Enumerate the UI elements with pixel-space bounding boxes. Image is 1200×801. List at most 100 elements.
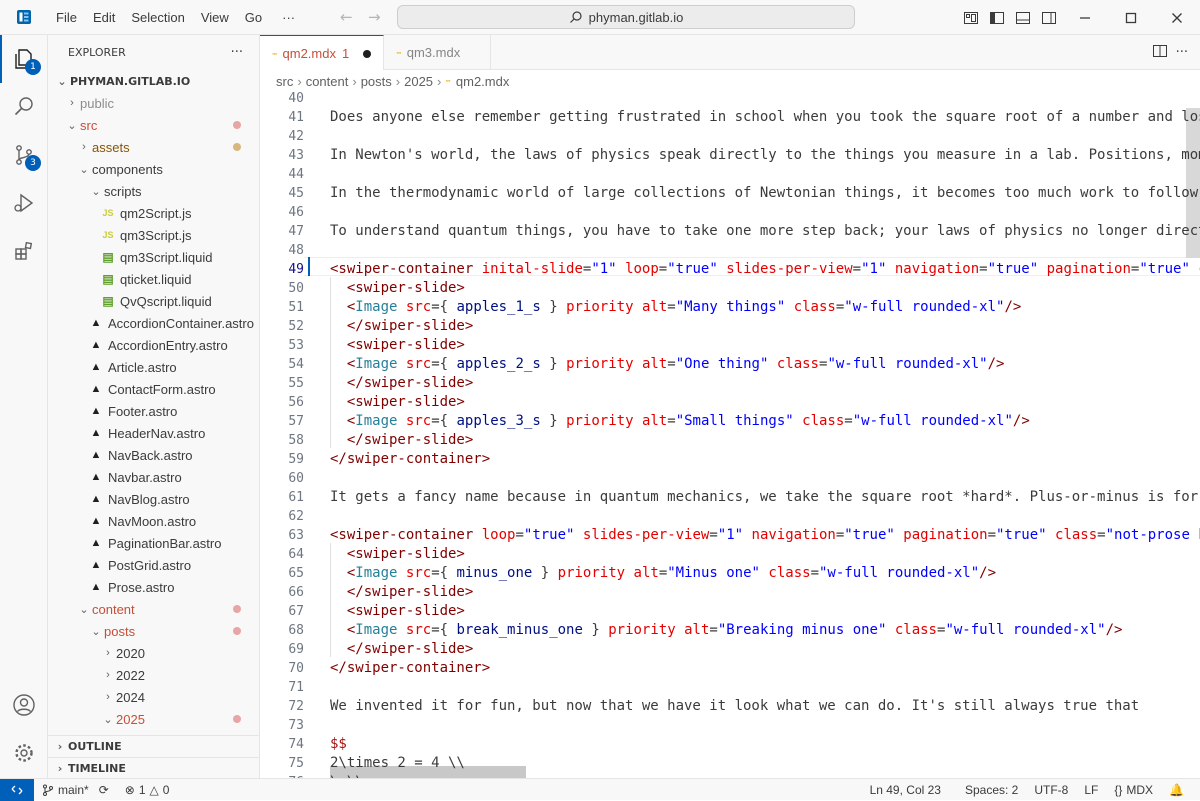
tree-item[interactable]: ▲ HeaderNav.astro bbox=[48, 422, 259, 444]
code-token: Image bbox=[355, 565, 398, 581]
tree-item[interactable]: ▤ qticket.liquid bbox=[48, 268, 259, 290]
tree-item[interactable]: ▲ Navbar.astro bbox=[48, 466, 259, 488]
menu-file[interactable]: File bbox=[48, 10, 85, 25]
notifications-bell-icon[interactable]: 🔔 bbox=[1161, 783, 1192, 797]
tree-item[interactable]: ⌄ 2025 bbox=[48, 708, 259, 730]
split-editor-icon[interactable] bbox=[1152, 43, 1168, 63]
tree-item[interactable]: ▲ NavBack.astro bbox=[48, 444, 259, 466]
code-token: </swiper-container> bbox=[330, 451, 491, 467]
language-mode[interactable]: {} MDX bbox=[1106, 783, 1161, 797]
tree-item[interactable]: › public bbox=[48, 92, 259, 114]
search-icon[interactable] bbox=[0, 83, 48, 131]
menu-edit[interactable]: Edit bbox=[85, 10, 123, 25]
source-control-icon[interactable]: 3 bbox=[0, 131, 48, 179]
tree-item[interactable]: JS qm2Script.js bbox=[48, 202, 259, 224]
tree-item[interactable]: › 2024 bbox=[48, 686, 259, 708]
timeline-section[interactable]: › TIMELINE bbox=[48, 757, 259, 778]
tree-item[interactable]: ▲ AccordionEntry.astro bbox=[48, 334, 259, 356]
code-editor[interactable]: 40 41 Does anyone else remember getting fr… bbox=[260, 92, 1200, 778]
close-icon[interactable] bbox=[1154, 0, 1200, 35]
tree-item[interactable]: ▲ NavMoon.astro bbox=[48, 510, 259, 532]
tree-item[interactable]: › 2020 bbox=[48, 642, 259, 664]
command-center[interactable]: phyman.gitlab.io bbox=[397, 5, 855, 29]
line-number: 49 bbox=[288, 262, 304, 277]
tree-item[interactable]: JS qm3Script.js bbox=[48, 224, 259, 246]
line-number: 71 bbox=[288, 680, 304, 695]
breadcrumb-content[interactable]: content bbox=[306, 74, 349, 89]
explorer-more-button[interactable]: ··· bbox=[231, 45, 243, 60]
tree-item[interactable]: ▲ AccordionContainer.astro bbox=[48, 312, 259, 334]
minimize-icon[interactable] bbox=[1062, 0, 1108, 35]
status-bar: main* ⟳ ⊗ 1 △ 0 Ln 49, Col 23 Spaces: 2 … bbox=[0, 778, 1200, 801]
line-ending[interactable]: LF bbox=[1076, 783, 1106, 797]
tree-item[interactable]: ▲ Article.astro bbox=[48, 356, 259, 378]
extensions-icon[interactable] bbox=[0, 227, 48, 275]
editor-more-button[interactable]: ··· bbox=[1176, 45, 1188, 60]
indentation[interactable]: Spaces: 2 bbox=[957, 783, 1026, 797]
menu-selection[interactable]: Selection bbox=[123, 10, 192, 25]
code-line: </swiper-slide> bbox=[330, 317, 473, 336]
breadcrumb-2025[interactable]: 2025 bbox=[404, 74, 433, 89]
account-icon[interactable] bbox=[0, 681, 48, 729]
tree-item[interactable]: ⌄ src bbox=[48, 114, 259, 136]
tree-item[interactable]: ▲ PaginationBar.astro bbox=[48, 532, 259, 554]
toggle-panel-icon[interactable] bbox=[1010, 0, 1036, 35]
code-token: class bbox=[802, 413, 845, 429]
line-number: 73 bbox=[288, 718, 304, 733]
settings-gear-icon[interactable] bbox=[0, 729, 48, 777]
outline-label: OUTLINE bbox=[68, 740, 122, 753]
branch-indicator[interactable]: main* ⟳ bbox=[34, 783, 117, 797]
tree-item[interactable]: ▲ NavBlog.astro bbox=[48, 488, 259, 510]
menu-go[interactable]: Go bbox=[237, 10, 270, 25]
remote-indicator-icon[interactable] bbox=[0, 778, 34, 801]
tree-item[interactable]: ⌄ content bbox=[48, 598, 259, 620]
run-debug-icon[interactable] bbox=[0, 179, 48, 227]
line-number: 61 bbox=[288, 490, 304, 505]
breadcrumb-posts[interactable]: posts bbox=[361, 74, 392, 89]
tree-item[interactable]: ▲ Prose.astro bbox=[48, 576, 259, 598]
tree-item[interactable]: ▤ QvQscript.liquid bbox=[48, 290, 259, 312]
breadcrumb-src[interactable]: src bbox=[276, 74, 293, 89]
breadcrumb-file[interactable]: qm2.mdx bbox=[456, 74, 509, 89]
line-number: 67 bbox=[288, 604, 304, 619]
tree-item[interactable]: ▲ PostGrid.astro bbox=[48, 554, 259, 576]
toggle-primary-sidebar-icon[interactable] bbox=[984, 0, 1010, 35]
forward-arrow-icon[interactable]: → bbox=[368, 8, 382, 26]
toggle-secondary-sidebar-icon[interactable] bbox=[1036, 0, 1062, 35]
tree-item-label: qm3Script.liquid bbox=[120, 249, 213, 265]
modified-dot-icon[interactable] bbox=[363, 49, 372, 58]
menu-view[interactable]: View bbox=[193, 10, 237, 25]
tree-item[interactable]: ⌄ scripts bbox=[48, 180, 259, 202]
menu-more[interactable]: ··· bbox=[274, 10, 303, 25]
encoding[interactable]: UTF-8 bbox=[1026, 783, 1076, 797]
tree-item[interactable]: ▲ ContactForm.astro bbox=[48, 378, 259, 400]
code-token: priority bbox=[566, 299, 634, 315]
workspace-root[interactable]: ⌄ PHYMAN.GITLAB.IO bbox=[48, 70, 259, 92]
tree-item[interactable]: › 2022 bbox=[48, 664, 259, 686]
tree-item[interactable]: ⌄ posts bbox=[48, 620, 259, 642]
tab-qm2-mdx[interactable]: ∙∙∙ qm2.mdx 1 bbox=[260, 35, 385, 71]
tab-qm3-mdx[interactable]: ∙∙∙ qm3.mdx bbox=[384, 35, 492, 70]
outline-section[interactable]: › OUTLINE bbox=[48, 735, 259, 757]
sync-icon[interactable]: ⟳ bbox=[99, 783, 109, 797]
cursor-position[interactable]: Ln 49, Col 23 bbox=[862, 783, 949, 797]
explorer-icon[interactable]: 1 bbox=[0, 35, 48, 83]
customize-layout-icon[interactable] bbox=[958, 0, 984, 35]
tree-item[interactable]: › assets bbox=[48, 136, 259, 158]
back-arrow-icon[interactable]: ← bbox=[340, 8, 354, 26]
tree-item[interactable]: ▲ Footer.astro bbox=[48, 400, 259, 422]
tree-item[interactable]: ▤ qm3Script.liquid bbox=[48, 246, 259, 268]
tree-item[interactable]: ⌄ components bbox=[48, 158, 259, 180]
line-number: 72 bbox=[288, 699, 304, 714]
maximize-icon[interactable] bbox=[1108, 0, 1154, 35]
title-actions bbox=[958, 0, 1200, 35]
line-number: 56 bbox=[288, 395, 304, 410]
code-line: It gets a fancy name because in quantum … bbox=[330, 488, 1200, 507]
problems-indicator[interactable]: ⊗ 1 △ 0 bbox=[117, 783, 178, 797]
